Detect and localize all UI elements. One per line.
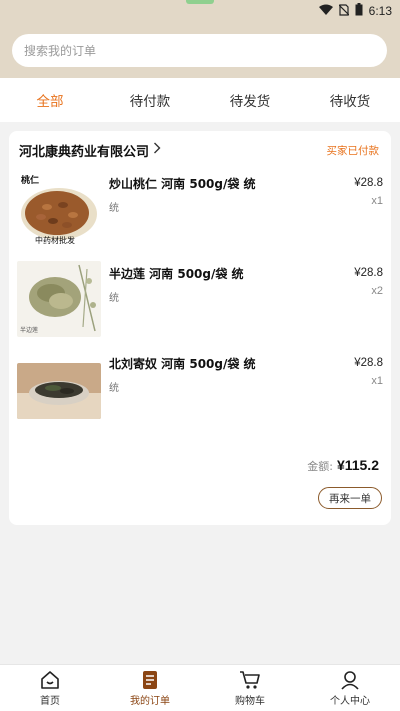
nav-label: 首页 xyxy=(40,695,60,707)
wifi-icon xyxy=(318,4,333,18)
status-icons: 6:13 xyxy=(318,3,392,19)
order-tabs: 全部 待付款 待发货 待收货 xyxy=(0,78,400,122)
shop-name: 河北康典药业有限公司 xyxy=(19,144,150,160)
order-item[interactable]: 半边莲 半边莲 河南 500g/袋 统 统 ¥28.8 x2 xyxy=(17,261,383,337)
status-bar: 6:13 xyxy=(0,0,400,22)
tab-pending-shipment[interactable]: 待发货 xyxy=(200,78,300,122)
nav-label: 购物车 xyxy=(235,695,265,707)
item-name: 半边莲 河南 500g/袋 统 xyxy=(109,267,244,281)
reorder-button[interactable]: 再来一单 xyxy=(318,487,382,509)
nav-label: 个人中心 xyxy=(330,695,370,707)
total-value: ¥115.2 xyxy=(336,457,379,473)
item-quantity: x2 xyxy=(371,285,383,297)
status-notch xyxy=(186,0,214,4)
order-total: 金额: ¥115.2 xyxy=(307,457,379,474)
nav-label: 我的订单 xyxy=(130,695,170,707)
cart-icon xyxy=(239,670,261,690)
nav-orders[interactable]: 我的订单 xyxy=(100,665,200,711)
item-name: 北刘寄奴 河南 500g/袋 统 xyxy=(109,357,256,371)
item-price: ¥28.8 xyxy=(354,357,383,369)
order-status: 买家已付款 xyxy=(326,144,380,157)
product-thumbnail xyxy=(17,363,101,419)
chevron-right-icon xyxy=(153,142,161,158)
shop-link[interactable]: 河北康典药业有限公司 xyxy=(19,141,161,160)
item-spec: 统 xyxy=(109,293,119,304)
bottom-nav: 首页 我的订单 购物车 个人中心 xyxy=(0,664,400,711)
status-time: 6:13 xyxy=(368,4,392,18)
thumbnail-label: 桃仁 xyxy=(21,176,40,186)
order-item[interactable]: 北刘寄奴 河南 500g/袋 统 统 ¥28.8 x1 xyxy=(17,351,383,427)
thumbnail-caption: 中药材批发 xyxy=(35,236,75,245)
tab-all[interactable]: 全部 xyxy=(0,78,100,122)
tab-pending-payment[interactable]: 待付款 xyxy=(100,78,200,122)
search-input[interactable] xyxy=(24,43,387,58)
item-price: ¥28.8 xyxy=(354,267,383,279)
item-spec: 统 xyxy=(109,203,119,214)
item-spec: 统 xyxy=(109,383,119,394)
tab-pending-receipt[interactable]: 待收货 xyxy=(300,78,400,122)
orders-icon xyxy=(142,670,158,690)
nav-home[interactable]: 首页 xyxy=(0,665,100,711)
no-sim-icon xyxy=(338,3,350,19)
item-quantity: x1 xyxy=(371,375,383,387)
nav-profile[interactable]: 个人中心 xyxy=(300,665,400,711)
battery-icon xyxy=(355,3,363,19)
item-quantity: x1 xyxy=(371,195,383,207)
order-item[interactable]: 桃仁 中药材批发 炒山桃仁 河南 500g/袋 统 统 ¥28.8 x1 xyxy=(17,171,383,247)
order-card[interactable]: 河北康典药业有限公司 买家已付款 桃仁 中药材批发 炒山桃仁 河南 500g/袋… xyxy=(9,131,391,525)
thumbnail-label: 半边莲 xyxy=(20,327,39,334)
user-icon xyxy=(340,670,360,690)
nav-cart[interactable]: 购物车 xyxy=(200,665,300,711)
product-thumbnail: 半边莲 xyxy=(17,261,101,337)
item-price: ¥28.8 xyxy=(354,177,383,189)
total-label: 金额: xyxy=(307,460,333,473)
item-name: 炒山桃仁 河南 500g/袋 统 xyxy=(109,177,256,191)
search-area xyxy=(0,22,400,78)
home-icon xyxy=(40,670,60,690)
search-box[interactable] xyxy=(12,34,387,67)
shop-row: 河北康典药业有限公司 买家已付款 xyxy=(19,139,379,161)
product-thumbnail: 桃仁 中药材批发 xyxy=(17,171,101,247)
